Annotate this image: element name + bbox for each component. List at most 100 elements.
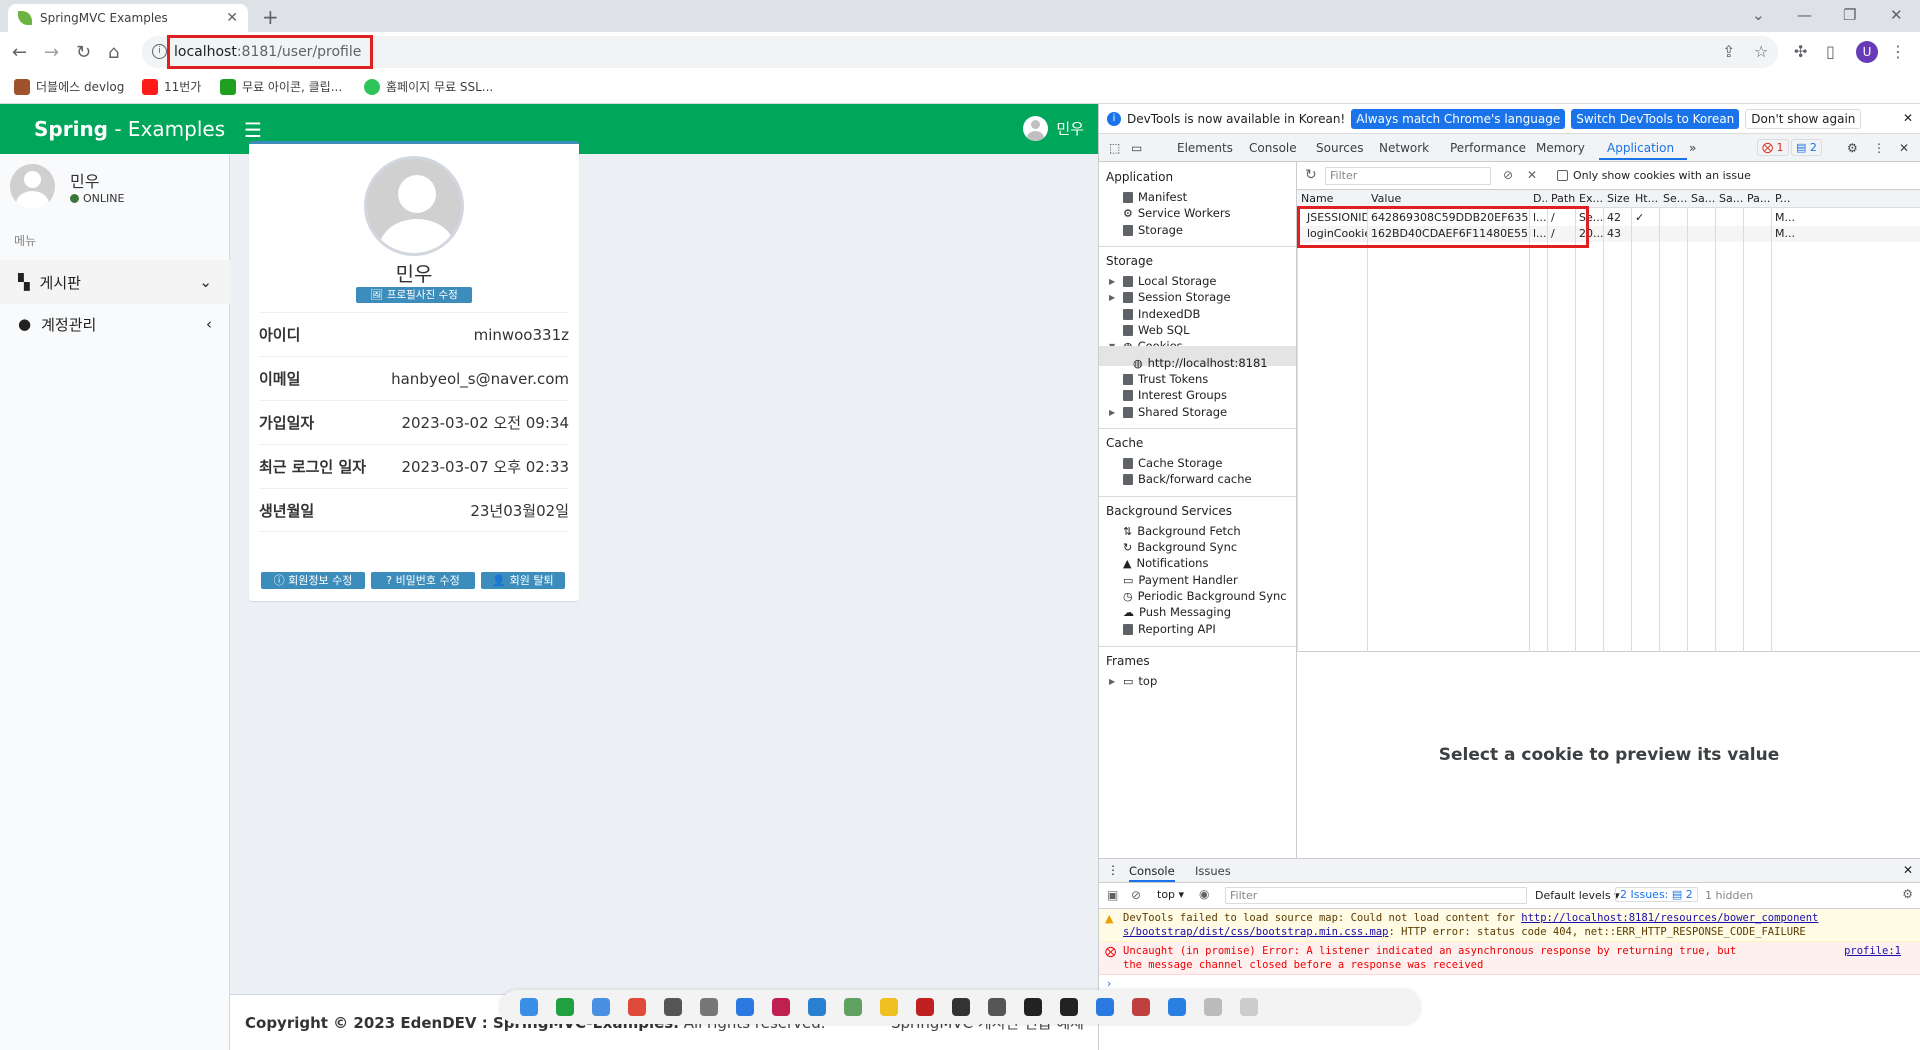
drawer-tab-issues[interactable]: Issues: [1195, 864, 1231, 878]
cookie-cell[interactable]: [1715, 210, 1743, 226]
error-badge[interactable]: ⨂ 1: [1757, 139, 1789, 156]
cookie-cell[interactable]: 42: [1603, 210, 1631, 226]
context-selector[interactable]: top ▾: [1157, 888, 1184, 901]
taskbar-app-icon[interactable]: [988, 998, 1006, 1016]
bg-item-notifications[interactable]: ▲ Notifications: [1123, 556, 1208, 570]
reload-icon[interactable]: ↻: [76, 42, 91, 63]
cookie-cell[interactable]: [1659, 210, 1687, 226]
column-header[interactable]: Se...: [1659, 190, 1687, 208]
cookie-cell[interactable]: 43: [1603, 226, 1631, 242]
profile-avatar[interactable]: U: [1856, 41, 1878, 63]
column-header[interactable]: Ht...: [1631, 190, 1659, 208]
app-item-storage[interactable]: Storage: [1123, 223, 1183, 237]
bg-item-payment[interactable]: ▭ Payment Handler: [1123, 573, 1238, 587]
tab-application[interactable]: Application: [1607, 141, 1674, 155]
taskbar-app-icon[interactable]: [808, 998, 826, 1016]
cookie-origin-localhost[interactable]: ◍ http://localhost:8181: [1133, 356, 1268, 370]
storage-item-shared[interactable]: ▶ Shared Storage: [1109, 405, 1227, 419]
expand-icon[interactable]: ▶: [1109, 408, 1115, 417]
tab-sources[interactable]: Sources: [1316, 141, 1363, 155]
back-icon[interactable]: ←: [12, 42, 27, 63]
expand-icon[interactable]: ▶: [1109, 293, 1115, 302]
console-prompt-icon[interactable]: ›: [1107, 977, 1111, 990]
cookie-cell[interactable]: [1715, 226, 1743, 242]
taskbar-app-icon[interactable]: [520, 998, 538, 1016]
address-bar[interactable]: i: [142, 36, 1778, 68]
taskbar-app-icon[interactable]: [844, 998, 862, 1016]
column-header[interactable]: Sa...: [1687, 190, 1715, 208]
settings-gear-icon[interactable]: ⚙: [1847, 141, 1858, 155]
expand-icon[interactable]: ▶: [1109, 677, 1115, 686]
refresh-icon[interactable]: ↻: [1305, 167, 1317, 183]
app-item-service-workers[interactable]: ⚙ Service Workers: [1123, 206, 1231, 220]
storage-item-trust-tokens[interactable]: Trust Tokens: [1123, 372, 1208, 386]
bg-item-sync[interactable]: ↻ Background Sync: [1123, 540, 1237, 554]
restore-icon[interactable]: ❐: [1843, 6, 1856, 24]
warning-link[interactable]: http://localhost:8181/resources/bower_co…: [1521, 912, 1818, 924]
device-toggle-icon[interactable]: ▭: [1131, 141, 1142, 155]
cookie-cell[interactable]: [1631, 226, 1659, 242]
taskbar-app-icon[interactable]: [880, 998, 898, 1016]
window-close-icon[interactable]: ✕: [1890, 6, 1903, 24]
cookie-cell[interactable]: [1687, 210, 1715, 226]
bookmark-item[interactable]: 무료 아이콘, 클립...: [220, 78, 342, 95]
storage-item-indexeddb[interactable]: IndexedDB: [1123, 307, 1200, 321]
switch-korean-button[interactable]: Switch DevTools to Korean: [1571, 108, 1740, 129]
taskbar-app-icon[interactable]: [592, 998, 610, 1016]
cache-item-bfcache[interactable]: Back/forward cache: [1123, 472, 1252, 486]
minimize-icon[interactable]: —: [1797, 6, 1812, 24]
column-header[interactable]: P...: [1771, 190, 1920, 208]
taskbar-app-icon[interactable]: [556, 998, 574, 1016]
close-drawer-icon[interactable]: ✕: [1903, 863, 1913, 877]
match-language-button[interactable]: Always match Chrome's language: [1351, 108, 1566, 129]
url-text[interactable]: localhost:8181/user/profile: [174, 44, 361, 60]
browser-tab[interactable]: SpringMVC Examples ✕: [8, 4, 248, 32]
column-header[interactable]: Sa...: [1715, 190, 1743, 208]
cookie-cell[interactable]: [1659, 226, 1687, 242]
cookie-cell[interactable]: [1743, 210, 1771, 226]
close-tab-icon[interactable]: ✕: [226, 10, 238, 26]
share-icon[interactable]: ⇪: [1722, 42, 1735, 61]
drawer-menu-icon[interactable]: ⋮: [1107, 863, 1119, 877]
drawer-tab-console[interactable]: Console: [1129, 864, 1175, 882]
devtools-menu-icon[interactable]: ⋮: [1873, 141, 1885, 155]
taskbar-app-icon[interactable]: [736, 998, 754, 1016]
taskbar-app-icon[interactable]: [952, 998, 970, 1016]
taskbar-app-icon[interactable]: [1132, 998, 1150, 1016]
tab-elements[interactable]: Elements: [1177, 141, 1233, 155]
top-user-menu[interactable]: 민우: [1023, 116, 1084, 141]
more-tabs-icon[interactable]: »: [1689, 141, 1696, 155]
new-tab-icon[interactable]: +: [262, 5, 279, 29]
chrome-menu-icon[interactable]: ⋮: [1890, 42, 1906, 61]
edit-info-button[interactable]: ⓘ 회원정보 수정: [261, 572, 365, 589]
extensions-icon[interactable]: ✣: [1794, 42, 1807, 61]
error-source-link[interactable]: profile:1: [1844, 944, 1901, 958]
app-brand[interactable]: Spring - Examples: [0, 104, 230, 154]
storage-item-websql[interactable]: Web SQL: [1123, 323, 1190, 337]
taskbar-app-icon[interactable]: [700, 998, 718, 1016]
delete-selected-icon[interactable]: ✕: [1527, 168, 1537, 182]
storage-item-interest-groups[interactable]: Interest Groups: [1123, 388, 1227, 402]
console-filter-input[interactable]: Filter: [1225, 887, 1527, 904]
taskbar-app-icon[interactable]: [1024, 998, 1042, 1016]
side-panel-icon[interactable]: ▯: [1826, 42, 1835, 61]
forward-icon[interactable]: →: [44, 42, 59, 63]
console-settings-icon[interactable]: ⚙: [1902, 887, 1913, 901]
change-password-button[interactable]: ? 비밀번호 수정: [371, 572, 475, 589]
tab-memory[interactable]: Memory: [1536, 141, 1585, 155]
cookie-cell[interactable]: [1743, 226, 1771, 242]
taskbar-app-icon[interactable]: [1168, 998, 1186, 1016]
home-icon[interactable]: ⌂: [108, 42, 119, 63]
withdraw-button[interactable]: 👤 회원 탈퇴: [481, 572, 565, 589]
taskbar-app-icon[interactable]: [628, 998, 646, 1016]
issues-counter[interactable]: 2 Issues: ▤ 2: [1615, 887, 1698, 902]
log-levels-dropdown[interactable]: Default levels ▾: [1535, 889, 1620, 902]
taskbar-app-icon[interactable]: [1060, 998, 1078, 1016]
bookmark-item[interactable]: 홈페이지 무료 SSL...: [364, 78, 493, 95]
cache-item-storage[interactable]: Cache Storage: [1123, 456, 1222, 470]
bookmark-item[interactable]: 더블에스 devlog: [14, 78, 124, 95]
app-item-manifest[interactable]: Manifest: [1123, 190, 1187, 204]
taskbar-app-icon[interactable]: [1096, 998, 1114, 1016]
cookie-cell[interactable]: [1687, 226, 1715, 242]
bg-item-fetch[interactable]: ⇅ Background Fetch: [1123, 524, 1241, 538]
